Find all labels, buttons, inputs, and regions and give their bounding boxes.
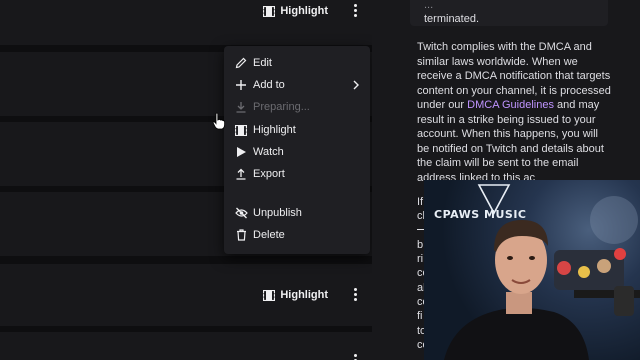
menu-item-label: Unpublish [253, 207, 302, 219]
video-row[interactable] [0, 332, 372, 360]
highlight-label: Highlight [280, 5, 328, 17]
webcam-overlay: CPAWS MUSIC [424, 180, 640, 360]
divider-fragment [417, 229, 424, 230]
plus-icon [234, 78, 248, 92]
highlight-button[interactable]: Highlight [263, 289, 328, 301]
menu-item-label: Preparing... [253, 101, 310, 113]
more-options-icon[interactable] [350, 354, 360, 360]
video-context-menu: Edit Add to Preparing... Highlight Watch… [224, 46, 370, 254]
video-row[interactable]: Highlight [0, 264, 372, 326]
cut-text-line: ri [417, 253, 424, 265]
menu-item-edit[interactable]: Edit [234, 54, 364, 72]
play-icon [234, 145, 248, 159]
eye-off-icon [234, 206, 248, 220]
more-options-icon[interactable] [350, 288, 360, 301]
menu-item-unpublish[interactable]: Unpublish [234, 204, 364, 222]
video-row[interactable]: Highlight [0, 0, 372, 45]
upload-icon [234, 167, 248, 181]
film-icon [263, 5, 276, 17]
warning-notice: ... terminated. [410, 0, 608, 26]
cut-text-line: fi [417, 310, 423, 322]
menu-item-label: Edit [253, 57, 272, 69]
menu-item-watch[interactable]: Watch [234, 143, 364, 161]
menu-item-label: Delete [253, 229, 285, 241]
menu-item-highlight[interactable]: Highlight [234, 121, 364, 139]
menu-item-export[interactable]: Export [234, 165, 364, 183]
notice-text-prev: ... [424, 0, 434, 11]
dmca-text-2: and may result in a strike being issued … [417, 99, 604, 184]
cut-text-line: b [417, 239, 424, 251]
menu-item-label: Watch [253, 146, 284, 158]
film-icon [234, 123, 248, 137]
more-options-icon[interactable] [350, 4, 360, 17]
chevron-right-icon [352, 79, 360, 94]
film-icon [263, 289, 276, 301]
streamer-figure [444, 196, 640, 360]
notice-text: terminated. [424, 13, 480, 25]
dmca-guidelines-link[interactable]: DMCA Guidelines [467, 99, 554, 111]
highlight-button[interactable]: Highlight [263, 5, 328, 17]
menu-item-label: Highlight [253, 124, 296, 136]
hand-cursor-icon [212, 112, 225, 130]
trash-icon [234, 228, 248, 242]
menu-item-delete[interactable]: Delete [234, 226, 364, 244]
menu-item-label: Export [253, 168, 285, 180]
menu-item-preparing: Preparing... [234, 98, 364, 116]
highlight-label: Highlight [280, 289, 328, 301]
pencil-icon [234, 56, 248, 70]
cut-text-line: If [417, 196, 424, 208]
menu-item-add-to[interactable]: Add to [234, 76, 364, 94]
panel-divider [372, 0, 388, 360]
dmca-paragraph: Twitch complies with the DMCA and simila… [417, 40, 613, 185]
menu-item-label: Add to [253, 79, 285, 91]
download-icon [234, 100, 248, 114]
